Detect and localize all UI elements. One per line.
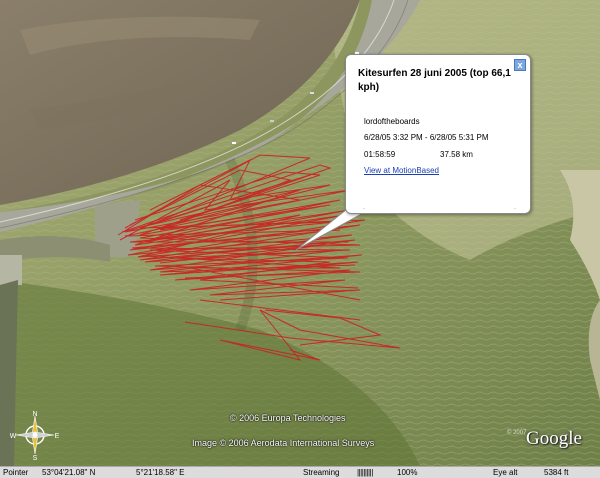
map-view[interactable]: © 2006 Europa Technologies Image © 2006 …	[0, 0, 600, 466]
balloon-author: lordoftheboards	[364, 117, 420, 126]
motionbased-link[interactable]: View at MotionBased	[364, 166, 439, 175]
balloon-distance: 37.58 km	[440, 150, 473, 159]
imagery-copyright: Image © 2006 Aerodata International Surv…	[192, 438, 375, 448]
pointer-longitude: 5°21'18.58" E	[136, 468, 185, 477]
streaming-label: Streaming	[303, 468, 340, 477]
pointer-label: Pointer	[3, 468, 29, 477]
compass-south: S	[33, 455, 38, 460]
eye-alt-label: Eye alt	[493, 468, 518, 477]
compass-east: E	[55, 433, 60, 440]
info-balloon: x Kitesurfen 28 juni 2005 (top 66,1 kph)…	[345, 54, 531, 214]
google-copyright: © 2007	[507, 430, 527, 436]
balloon-date-range: 6/28/05 3:32 PM - 6/28/05 5:31 PM	[364, 133, 489, 142]
status-bar: Pointer 53°04'21.08" N 5°21'18.58" E Str…	[0, 466, 600, 478]
pointer-latitude: 53°04'21.08" N	[42, 468, 96, 477]
streaming-percent: 100%	[397, 468, 418, 477]
compass-north: N	[32, 411, 37, 418]
eye-alt-value: 5384 ft	[544, 468, 569, 477]
streaming-bar: ||||||||||	[357, 468, 373, 477]
balloon-footer-dot: .	[363, 204, 365, 211]
compass-west: W	[10, 433, 17, 440]
compass-icon[interactable]: N S E W	[10, 410, 60, 460]
balloon-title: Kitesurfen 28 juni 2005 (top 66,1 kph)	[358, 68, 511, 93]
europa-copyright: © 2006 Europa Technologies	[230, 413, 346, 423]
google-logo: Google	[526, 428, 582, 449]
balloon-duration: 01:58:59	[364, 150, 396, 159]
balloon-footer-dot: .	[514, 204, 516, 211]
